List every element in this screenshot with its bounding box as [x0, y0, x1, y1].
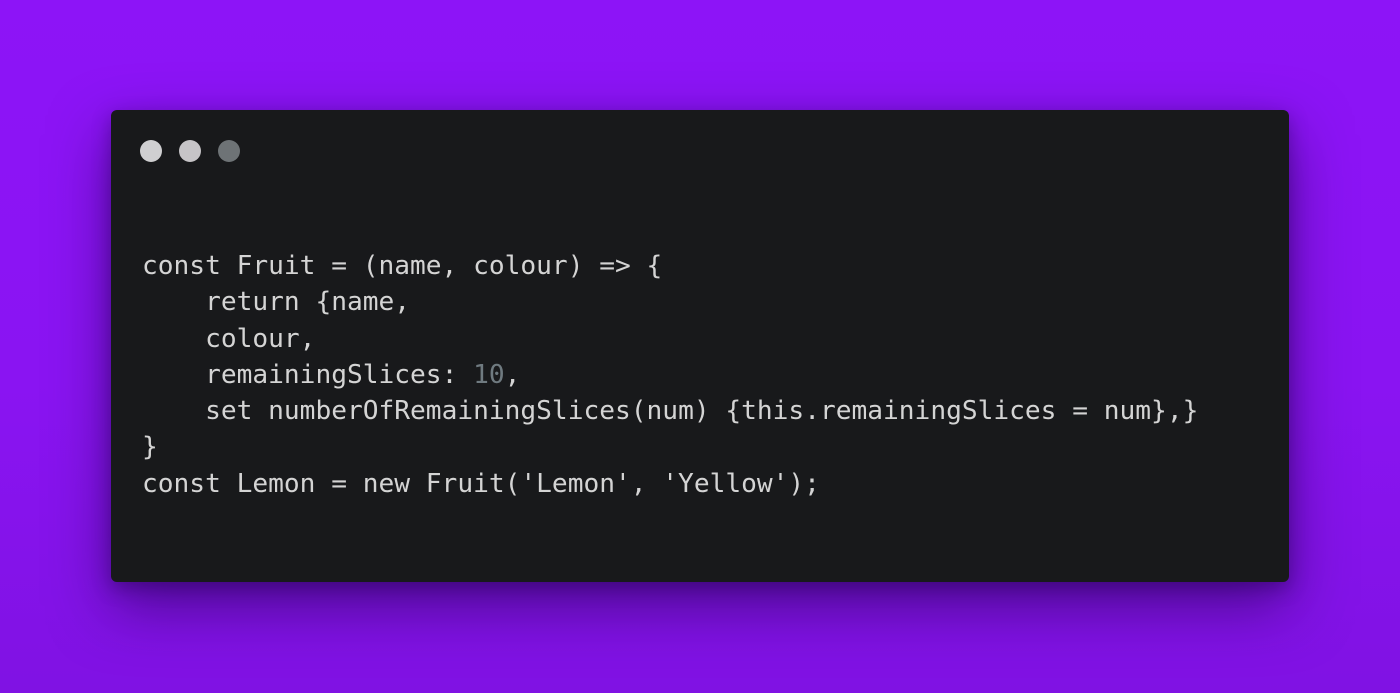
code-line-6: } [142, 432, 158, 463]
window-controls [140, 140, 240, 162]
close-dot-icon [140, 140, 162, 162]
code-line-7: const Lemon = new Fruit('Lemon', 'Yellow… [142, 468, 820, 499]
zoom-dot-icon [218, 140, 240, 162]
code-line-5: set numberOfRemainingSlices(num) {this.r… [205, 396, 1199, 427]
code-line-2: return {name, [205, 287, 411, 318]
number-literal: 10 [473, 359, 505, 390]
code-block: const Fruit = (name, colour) => { return… [142, 248, 1198, 502]
minimize-dot-icon [179, 140, 201, 162]
code-window: const Fruit = (name, colour) => { return… [111, 110, 1289, 582]
code-line-4: remainingSlices: 10, [205, 359, 521, 390]
code-line-3: colour, [205, 323, 316, 354]
code-line-1: const Fruit = (name, colour) => { [142, 251, 663, 281]
